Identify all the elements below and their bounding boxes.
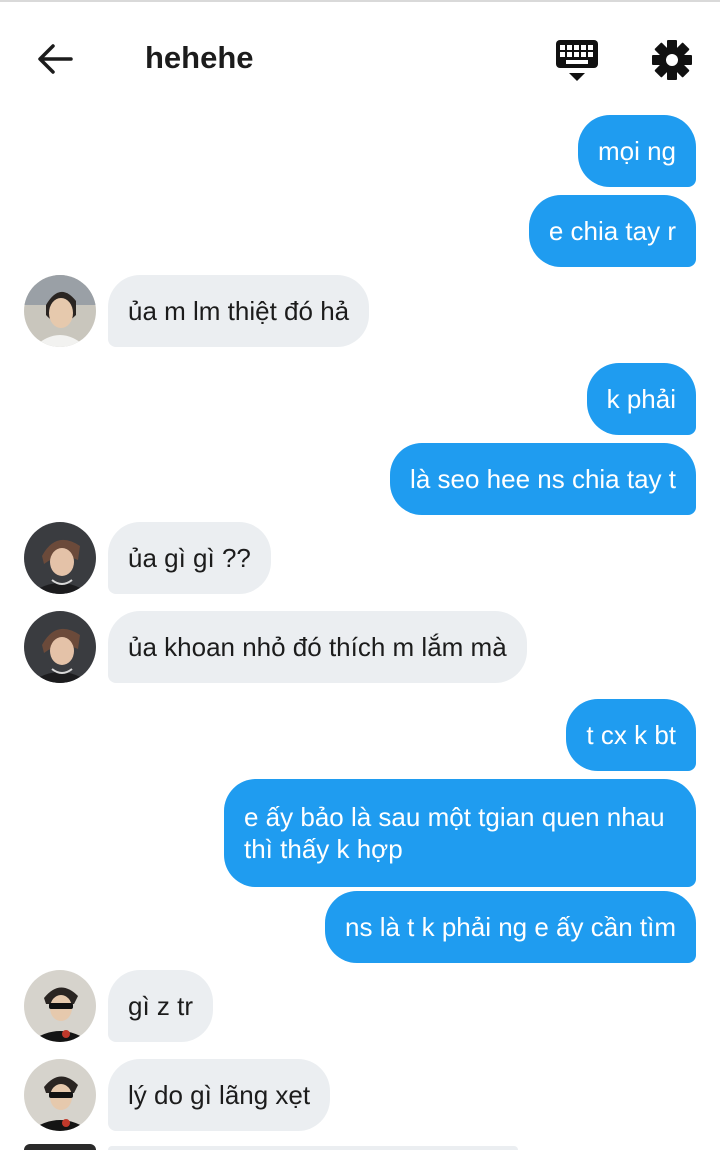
avatar[interactable]: [24, 1059, 96, 1131]
avatar[interactable]: [24, 970, 96, 1042]
contact-photo: [24, 522, 96, 594]
settings-button[interactable]: [648, 36, 696, 84]
keyboard-button[interactable]: [550, 36, 604, 84]
contact-photo: [24, 275, 96, 347]
avatar[interactable]: [24, 611, 96, 683]
message-bubble-outgoing[interactable]: ns là t k phải ng e ấy cần tìm: [325, 891, 696, 963]
contact-photo: [24, 611, 96, 683]
arrow-left-icon: [38, 44, 73, 74]
message-bubble-incoming-partial[interactable]: [108, 1146, 518, 1150]
message-bubble-outgoing[interactable]: e chia tay r: [528, 195, 696, 267]
contact-photo: [24, 970, 96, 1042]
message-bubble-outgoing[interactable]: k phải: [586, 363, 696, 435]
message-bubble-incoming[interactable]: lý do gì lãng xẹt: [108, 1059, 331, 1131]
contact-photo: [24, 1059, 96, 1131]
message-bubble-outgoing[interactable]: e ấy bảo là sau một tgian quen nhau thì …: [224, 779, 696, 887]
message-bubble-incoming[interactable]: ủa gì gì ??: [108, 522, 271, 594]
message-bubble-incoming[interactable]: ủa m lm thiệt đó hả: [108, 275, 370, 347]
keyboard-icon: [556, 40, 598, 81]
avatar[interactable]: [24, 522, 96, 594]
back-button[interactable]: [30, 36, 80, 82]
message-bubble-incoming[interactable]: gì z tr: [108, 970, 214, 1042]
message-bubble-outgoing[interactable]: là seo hee ns chia tay t: [390, 443, 696, 515]
avatar[interactable]: [24, 1144, 96, 1150]
chat-title: hehehe: [145, 40, 254, 75]
message-bubble-incoming[interactable]: ủa khoan nhỏ đó thích m lắm mà: [108, 611, 527, 683]
chat-header: hehehe: [0, 2, 720, 106]
message-bubble-outgoing[interactable]: t cx k bt: [566, 699, 696, 771]
message-bubble-outgoing[interactable]: mọi ng: [577, 115, 696, 187]
gear-icon: [652, 40, 692, 80]
avatar[interactable]: [24, 275, 96, 347]
